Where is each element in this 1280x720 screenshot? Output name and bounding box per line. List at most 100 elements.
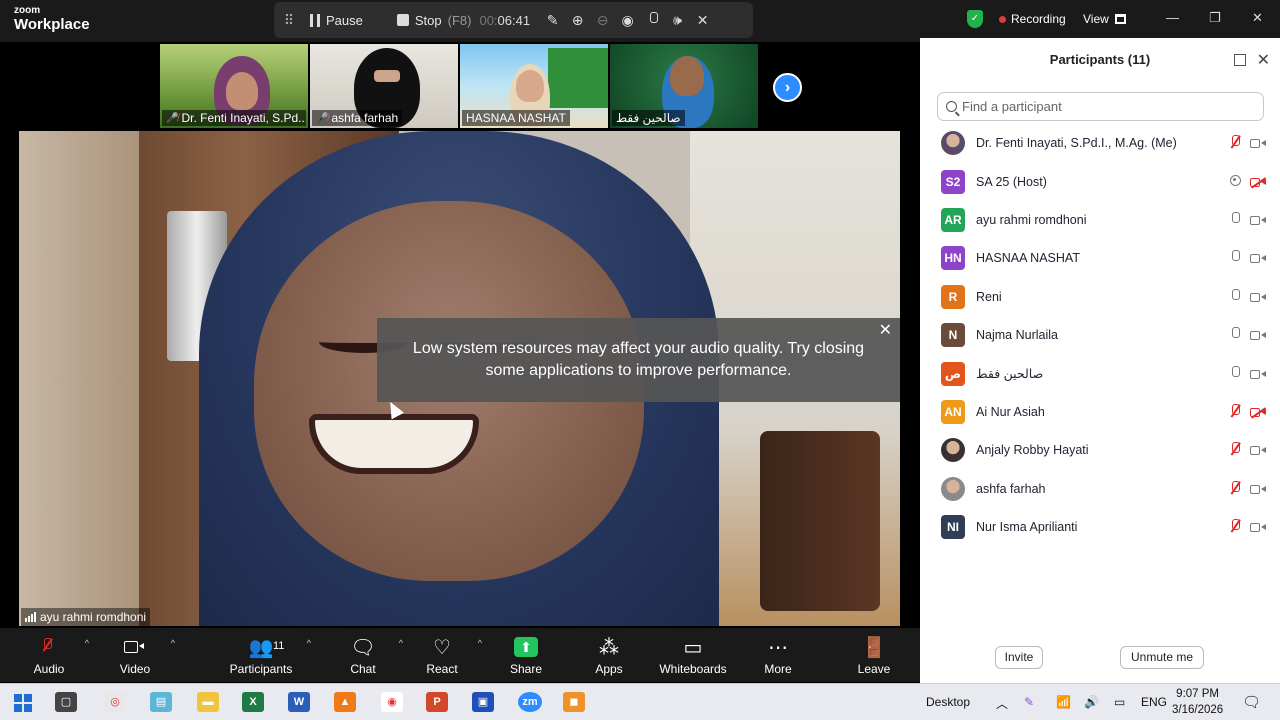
mic-icon[interactable] <box>640 12 665 28</box>
participant-row[interactable]: Anjaly Robby Hayati <box>920 431 1280 469</box>
next-page-arrow-button[interactable]: › <box>773 73 802 102</box>
video-off-icon[interactable] <box>1250 407 1266 417</box>
participant-name: HASNAA NASHAT <box>976 251 1080 266</box>
pause-button[interactable]: Pause <box>302 2 371 38</box>
video-camera-icon[interactable] <box>1250 253 1266 264</box>
participant-row[interactable]: AN Ai Nur Asiah <box>920 393 1280 431</box>
notifications-icon[interactable]: 🗨 <box>1242 693 1261 711</box>
file-explorer-icon[interactable]: ▬ <box>197 692 219 712</box>
thumbnail-tile[interactable]: HASNAA NASHAT <box>460 44 608 128</box>
vlc-icon[interactable]: ▲ <box>334 692 356 712</box>
stop-button[interactable]: Stop (F8) <box>389 2 480 38</box>
pen-icon[interactable]: ✎ <box>1024 695 1034 709</box>
share-button[interactable]: ⬆ Share <box>486 632 566 676</box>
excel-icon[interactable]: X <box>242 692 264 712</box>
close-panel-icon[interactable]: ✕ <box>1257 50 1270 70</box>
video-options-caret[interactable]: ^ <box>171 638 175 648</box>
mic-muted-icon[interactable] <box>1228 480 1242 497</box>
desktop-label[interactable]: Desktop <box>926 695 970 709</box>
close-window-button[interactable]: ✕ <box>1252 10 1263 26</box>
video-camera-icon[interactable] <box>1250 522 1266 533</box>
volume-icon[interactable]: 🔊 <box>1084 695 1099 709</box>
pencil-icon[interactable]: ✎ <box>540 12 565 29</box>
wifi-icon[interactable]: 📶 <box>1056 695 1071 709</box>
video-off-icon[interactable] <box>1250 177 1266 187</box>
language-indicator[interactable]: ENG <box>1141 695 1167 709</box>
pop-out-icon[interactable] <box>1234 54 1246 66</box>
participant-face <box>670 56 704 96</box>
participant-row[interactable]: R Reni <box>920 278 1280 316</box>
participant-avatar: AR <box>941 207 965 232</box>
video-camera-icon[interactable] <box>1250 215 1266 225</box>
unmute-me-button[interactable]: Unmute me <box>1120 646 1204 669</box>
video-camera-icon[interactable] <box>1250 369 1266 379</box>
host-recording-icon[interactable] <box>1228 174 1242 189</box>
toast-close-button[interactable]: ✕ <box>879 320 892 342</box>
video-camera-icon[interactable] <box>1250 138 1266 149</box>
view-button[interactable]: View <box>1083 12 1126 26</box>
thumbnail-tile[interactable]: صالحين فقط <box>610 44 758 128</box>
video-camera-icon[interactable] <box>1250 330 1266 341</box>
encryption-shield-icon[interactable]: ✓ <box>967 10 983 28</box>
mic-icon[interactable] <box>1228 211 1242 228</box>
react-button[interactable]: ♡ React ^ <box>402 632 482 677</box>
mic-muted-icon[interactable] <box>1228 403 1242 420</box>
zoom-icon[interactable]: zm <box>518 692 542 712</box>
system-clock[interactable]: 9:07 PM 3/16/2026 <box>1172 686 1223 718</box>
thumbnail-tile[interactable]: 🎤̸ Dr. Fenti Inayati, S.Pd.... <box>160 44 308 128</box>
participant-row[interactable]: NI Nur Isma Aprilianti <box>920 508 1280 546</box>
participant-row[interactable]: HN HASNAA NASHAT <box>920 239 1280 277</box>
video-camera-icon[interactable] <box>1250 445 1266 456</box>
powerpoint-icon[interactable]: P <box>426 692 448 712</box>
participant-row[interactable]: N Najma Nurlaila <box>920 316 1280 354</box>
mic-icon[interactable] <box>1228 288 1242 305</box>
react-options-caret[interactable]: ^ <box>478 638 482 648</box>
leave-button[interactable]: 🚪 Leave <box>834 632 914 677</box>
participant-row[interactable]: AR ayu rahmi romdhoni <box>920 201 1280 239</box>
word-icon[interactable]: W <box>288 692 310 712</box>
search-input[interactable] <box>962 99 1252 114</box>
more-button[interactable]: ⋯ More <box>738 632 818 677</box>
mic-muted-icon[interactable] <box>1228 135 1242 151</box>
participant-row[interactable]: ashfa farhah <box>920 470 1280 508</box>
zoom-recorder-icon[interactable]: ▣ <box>472 692 494 712</box>
chrome-icon[interactable]: ◉ <box>381 692 403 712</box>
mic-icon[interactable] <box>1228 250 1242 266</box>
mic-icon[interactable] <box>1228 365 1242 382</box>
participant-row[interactable]: ص صالحين فقط <box>920 354 1280 392</box>
participants-options-caret[interactable]: ^ <box>307 638 311 648</box>
drag-grip-icon[interactable]: ⠿ <box>274 12 302 29</box>
audio-options-caret[interactable]: ^ <box>85 638 89 648</box>
task-view-icon[interactable]: ▢ <box>55 692 77 712</box>
zoom-in-icon[interactable]: ⊕ <box>565 12 590 29</box>
speaker-icon[interactable]: 🕪 <box>665 12 690 29</box>
mic-icon[interactable] <box>1228 327 1242 343</box>
mic-muted-icon[interactable] <box>1228 442 1242 458</box>
maximize-button[interactable]: ❐ <box>1209 10 1221 26</box>
participants-button[interactable]: 👥 11 Participants ^ <box>221 632 311 677</box>
chat-button[interactable]: 🗨 Chat ^ <box>323 632 403 677</box>
mic-muted-icon[interactable] <box>1228 519 1242 535</box>
thumbnail-tile[interactable]: 🎤̸ ashfa farhah <box>310 44 458 128</box>
leave-door-icon: 🚪 <box>861 636 887 659</box>
zoom-out-icon[interactable]: ⊖ <box>590 12 615 29</box>
video-camera-icon[interactable] <box>1250 292 1266 302</box>
minimize-button[interactable]: — <box>1166 10 1179 25</box>
notepad-icon[interactable]: ▤ <box>150 692 172 712</box>
video-button[interactable]: Video ^ <box>95 632 175 676</box>
snip-icon[interactable]: ◎ <box>104 692 126 712</box>
participant-row[interactable]: Dr. Fenti Inayati, S.Pd.I., M.Ag. (Me) <box>920 124 1280 162</box>
recording-indicator[interactable]: Recording <box>999 12 1066 26</box>
chevron-up-icon[interactable]: ︿ <box>996 695 1008 712</box>
close-icon[interactable]: ✕ <box>690 12 715 29</box>
eye-icon[interactable]: ◉ <box>615 12 640 29</box>
start-button[interactable] <box>14 694 32 712</box>
participant-row[interactable]: S2 SA 25 (Host) <box>920 162 1280 200</box>
invite-button[interactable]: Invite <box>995 646 1043 669</box>
whiteboards-button[interactable]: ▭ Whiteboards <box>653 632 733 677</box>
sublime-icon[interactable]: ◼ <box>563 692 585 712</box>
video-camera-icon[interactable] <box>1250 484 1266 494</box>
audio-button[interactable]: Audio ^ <box>9 632 89 676</box>
battery-icon[interactable]: ▭ <box>1114 695 1125 709</box>
apps-button[interactable]: ⁂ Apps <box>569 632 649 677</box>
